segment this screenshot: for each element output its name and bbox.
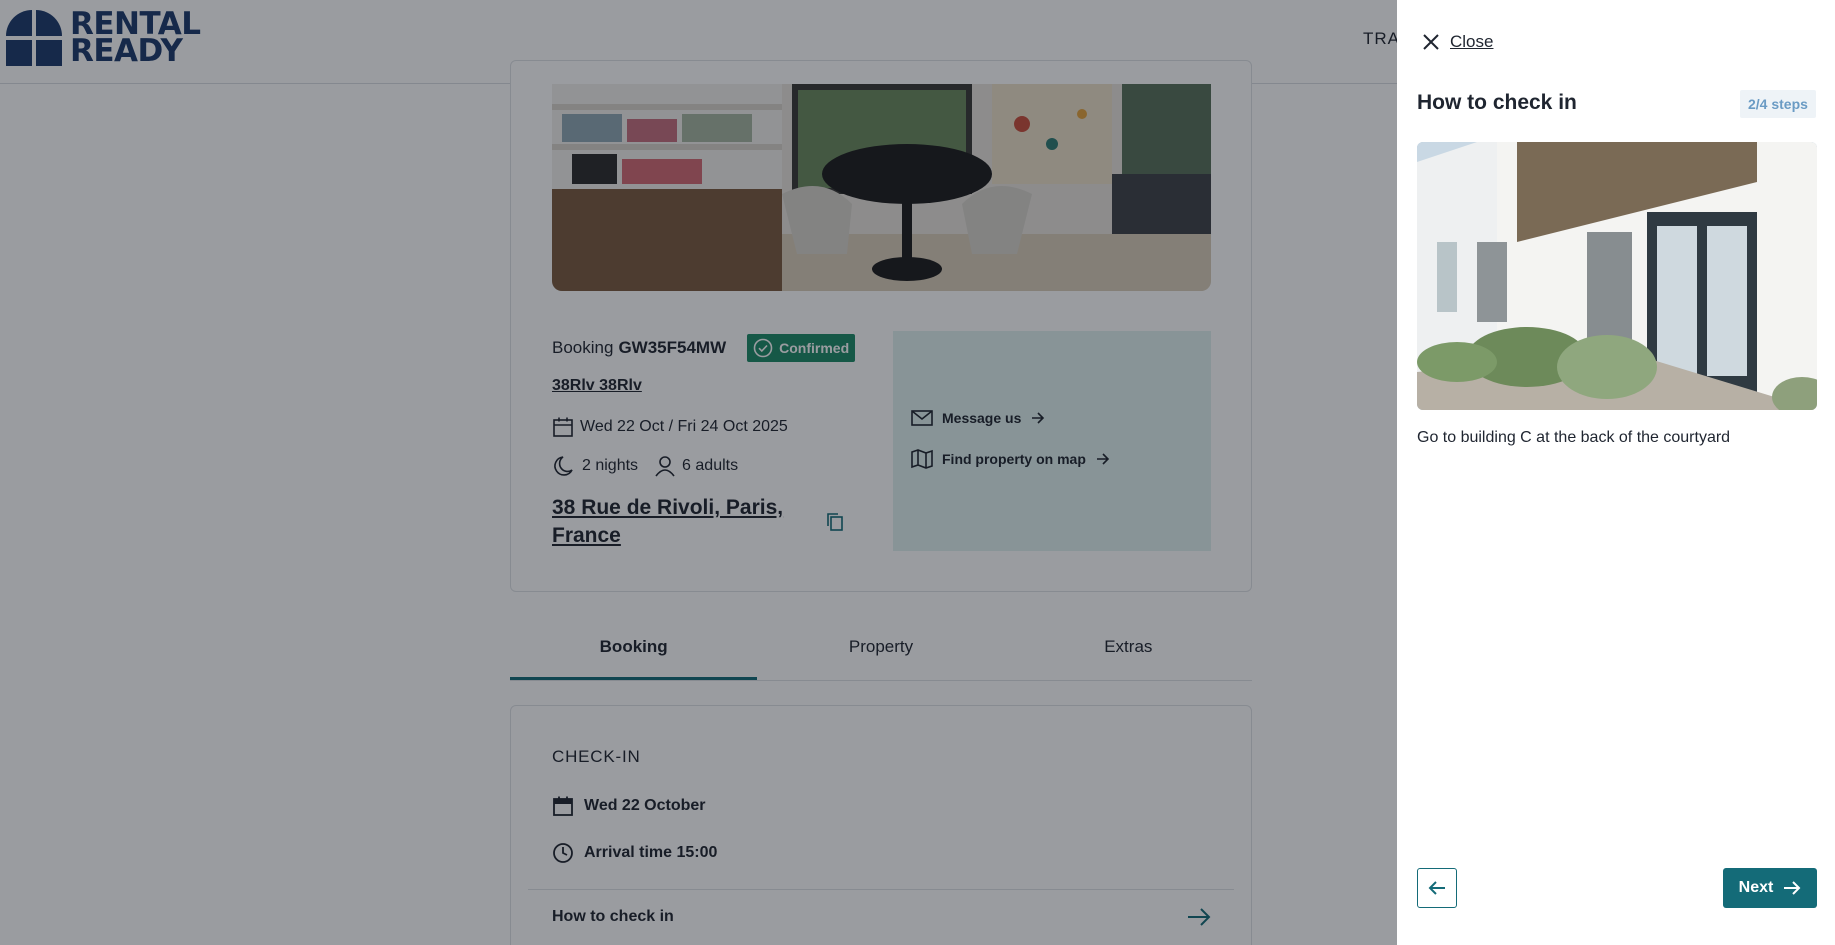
close-button[interactable]: Close xyxy=(1422,32,1493,52)
close-label: Close xyxy=(1450,32,1494,51)
previous-step-button[interactable] xyxy=(1417,868,1457,908)
drawer-title: How to check in xyxy=(1417,91,1577,114)
next-step-button[interactable]: Next xyxy=(1723,868,1817,908)
checkin-step-photo xyxy=(1417,142,1817,410)
arrow-left-icon xyxy=(1428,881,1445,895)
step-counter-badge: 2/4 steps xyxy=(1740,90,1816,118)
step-description: Go to building C at the back of the cour… xyxy=(1417,429,1731,446)
close-icon xyxy=(1423,34,1439,50)
arrow-right-icon xyxy=(1784,881,1801,895)
modal-backdrop[interactable] xyxy=(0,0,1397,945)
next-label: Next xyxy=(1738,879,1774,896)
